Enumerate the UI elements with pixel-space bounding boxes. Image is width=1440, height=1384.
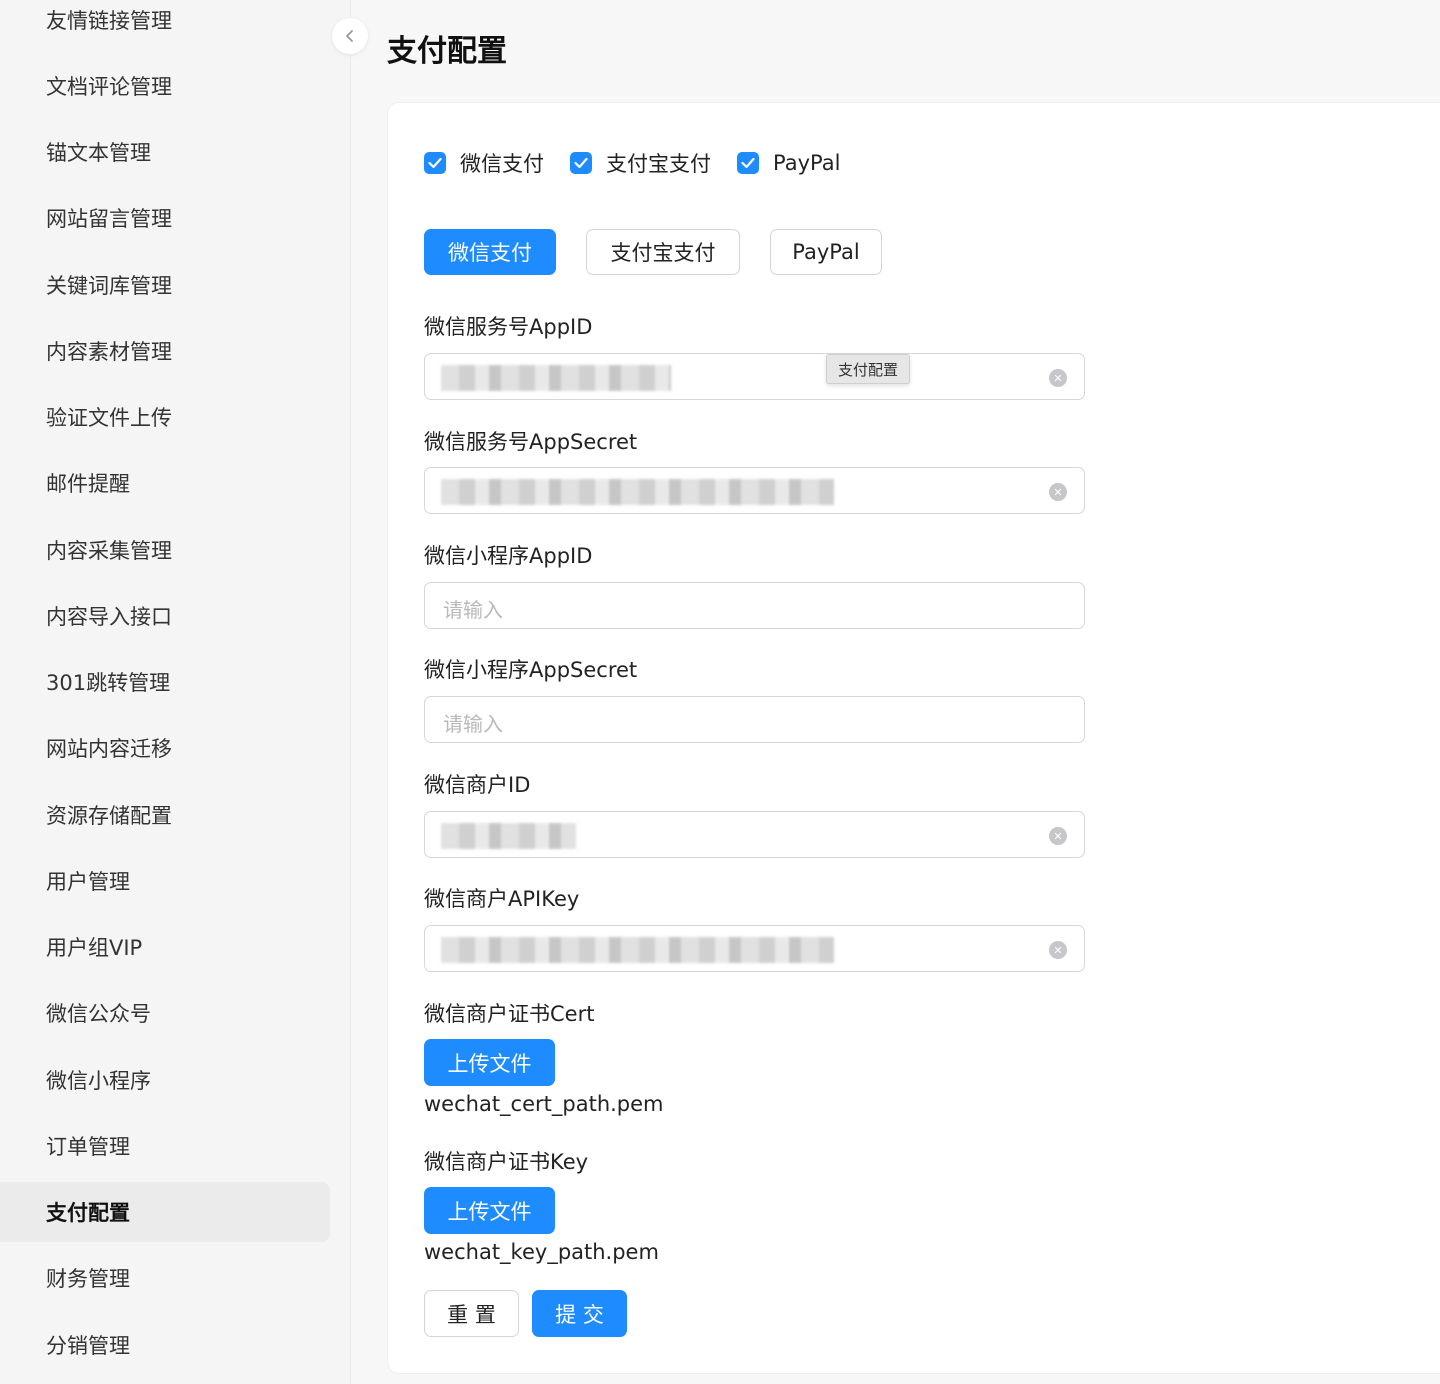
sidebar-item-verify-upload[interactable]: 验证文件上传 <box>0 387 330 447</box>
check-icon <box>737 152 759 174</box>
appid-label: 微信服务号AppID <box>424 315 593 339</box>
sidebar-item-doc-comments[interactable]: 文档评论管理 <box>0 56 330 116</box>
page-title: 支付配置 <box>387 34 507 69</box>
sidebar-item-label: 订单管理 <box>46 1135 130 1159</box>
sidebar-item-wechat-official[interactable]: 微信公众号 <box>0 983 330 1043</box>
checkbox-label: 微信支付 <box>460 152 544 176</box>
check-icon <box>570 152 592 174</box>
sidebar-item-label: 资源存储配置 <box>46 804 172 828</box>
mini-appsecret-label: 微信小程序AppSecret <box>424 658 638 682</box>
sidebar-item-label: 用户管理 <box>46 870 130 894</box>
redacted-value <box>441 479 834 505</box>
sidebar-item-keywords[interactable]: 关键词库管理 <box>0 255 330 315</box>
sidebar-item-orders[interactable]: 订单管理 <box>0 1116 330 1176</box>
redacted-value <box>441 365 671 391</box>
sidebar-item-label: 邮件提醒 <box>46 472 130 496</box>
sidebar-item-content-crawl[interactable]: 内容采集管理 <box>0 520 330 580</box>
sidebar-item-finance[interactable]: 财务管理 <box>0 1248 330 1308</box>
submit-button[interactable]: 提 交 <box>532 1290 627 1337</box>
checkbox-wechat-pay[interactable]: 微信支付 <box>424 148 544 178</box>
sidebar-item-payment-config[interactable]: 支付配置 <box>0 1182 330 1242</box>
sidebar-item-storage[interactable]: 资源存储配置 <box>0 785 330 845</box>
mini-appid-label: 微信小程序AppID <box>424 544 593 568</box>
sidebar-item-label: 网站留言管理 <box>46 207 172 231</box>
sidebar-item-label: 微信小程序 <box>46 1069 151 1093</box>
clear-icon[interactable]: ✕ <box>1049 827 1067 845</box>
appid-input[interactable]: ✕ <box>424 353 1085 400</box>
key-upload-button[interactable]: 上传文件 <box>424 1187 555 1234</box>
sidebar-item-wechat-mini[interactable]: 微信小程序 <box>0 1050 330 1110</box>
sidebar-item-label: 文档评论管理 <box>46 75 172 99</box>
appsecret-label: 微信服务号AppSecret <box>424 430 638 454</box>
sidebar-item-messages[interactable]: 网站留言管理 <box>0 188 330 248</box>
cert-filename: wechat_cert_path.pem <box>424 1092 664 1116</box>
sidebar-item-migration[interactable]: 网站内容迁移 <box>0 718 330 778</box>
redacted-value <box>441 937 834 963</box>
mch-id-label: 微信商户ID <box>424 773 531 797</box>
sidebar-item-label: 内容采集管理 <box>46 539 172 563</box>
chevron-left-icon <box>346 30 353 42</box>
cert-upload-button[interactable]: 上传文件 <box>424 1039 555 1086</box>
sidebar-item-label: 网站内容迁移 <box>46 737 172 761</box>
sidebar-item-users[interactable]: 用户管理 <box>0 851 330 911</box>
checkbox-alipay[interactable]: 支付宝支付 <box>570 148 711 178</box>
sidebar-item-label: 友情链接管理 <box>46 9 172 33</box>
payment-tabs: 微信支付 支付宝支付 PayPal <box>424 229 912 275</box>
sidebar-item-label: 关键词库管理 <box>46 274 172 298</box>
sidebar-collapse-button[interactable] <box>332 18 368 54</box>
sidebar-item-label: 微信公众号 <box>46 1002 151 1026</box>
key-label: 微信商户证书Key <box>424 1150 589 1174</box>
sidebar-item-label: 内容导入接口 <box>46 605 172 629</box>
sidebar-item-label: 财务管理 <box>46 1267 130 1291</box>
mch-apikey-label: 微信商户APIKey <box>424 887 580 911</box>
redacted-value <box>441 823 576 849</box>
mch-apikey-input[interactable]: ✕ <box>424 925 1085 972</box>
sidebar-item-redirects[interactable]: 301跳转管理 <box>0 652 330 712</box>
tab-wechat-pay[interactable]: 微信支付 <box>424 229 556 275</box>
appsecret-input[interactable]: ✕ <box>424 467 1085 514</box>
key-filename: wechat_key_path.pem <box>424 1240 659 1264</box>
placeholder: 请输入 <box>443 712 503 736</box>
mini-appid-input[interactable]: 请输入 <box>424 582 1085 629</box>
clear-icon[interactable]: ✕ <box>1049 369 1067 387</box>
clear-icon[interactable]: ✕ <box>1049 483 1067 501</box>
payment-methods: 微信支付 支付宝支付 PayPal <box>424 148 866 178</box>
tab-paypal[interactable]: PayPal <box>770 229 882 275</box>
sidebar-item-label: 内容素材管理 <box>46 340 172 364</box>
clear-icon[interactable]: ✕ <box>1049 941 1067 959</box>
sidebar-item-materials[interactable]: 内容素材管理 <box>0 321 330 381</box>
mch-id-input[interactable]: ✕ <box>424 811 1085 858</box>
sidebar-item-label: 验证文件上传 <box>46 406 172 430</box>
checkbox-label: PayPal <box>773 151 841 175</box>
sidebar-item-label: 用户组VIP <box>46 936 143 960</box>
sidebar-item-email-alerts[interactable]: 邮件提醒 <box>0 453 330 513</box>
reset-button[interactable]: 重 置 <box>424 1290 519 1337</box>
placeholder: 请输入 <box>443 598 503 622</box>
sidebar-item-label: 支付配置 <box>46 1201 130 1225</box>
checkbox-label: 支付宝支付 <box>606 152 711 176</box>
sidebar-item-label: 分销管理 <box>46 1334 130 1358</box>
cert-label: 微信商户证书Cert <box>424 1002 595 1026</box>
tooltip: 支付配置 <box>826 354 911 384</box>
sidebar-item-user-groups[interactable]: 用户组VIP <box>0 917 330 977</box>
sidebar-item-label: 锚文本管理 <box>46 141 151 165</box>
sidebar-item-label: 301跳转管理 <box>46 671 171 695</box>
sidebar-item-distribution[interactable]: 分销管理 <box>0 1315 330 1375</box>
sidebar-item-import-api[interactable]: 内容导入接口 <box>0 586 330 646</box>
checkbox-paypal[interactable]: PayPal <box>737 151 840 175</box>
sidebar-item-friend-links[interactable]: 友情链接管理 <box>0 0 330 50</box>
sidebar: 友情链接管理 文档评论管理 锚文本管理 网站留言管理 关键词库管理 内容素材管理… <box>0 0 351 1384</box>
mini-appsecret-input[interactable]: 请输入 <box>424 696 1085 743</box>
check-icon <box>424 152 446 174</box>
tab-alipay[interactable]: 支付宝支付 <box>586 229 740 275</box>
sidebar-item-anchor-text[interactable]: 锚文本管理 <box>0 122 330 182</box>
